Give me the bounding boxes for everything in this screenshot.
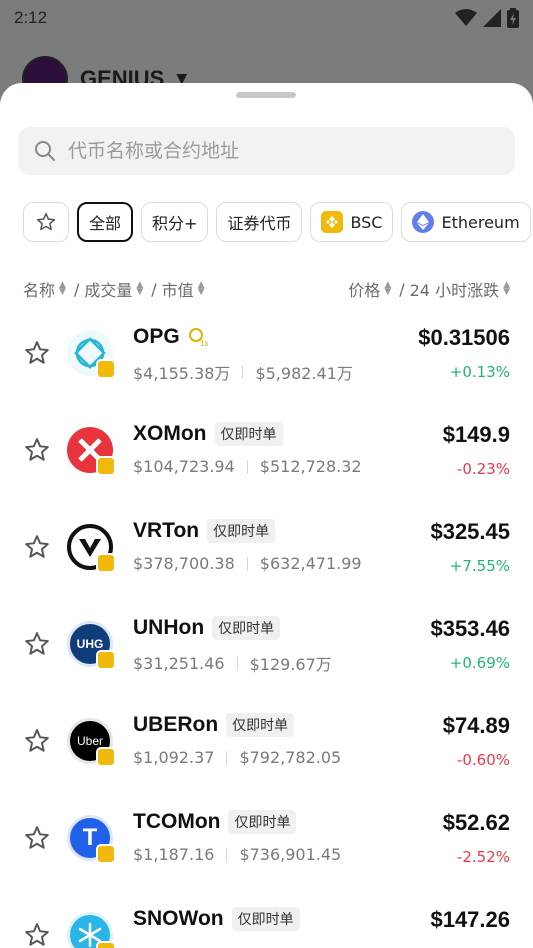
- bsc-chain-badge: [96, 650, 116, 670]
- bsc-chain-badge: [96, 359, 116, 379]
- filter-ethereum-label: Ethereum: [441, 212, 520, 232]
- token-row[interactable]: Uber UBERon 仅即时单 $1,092.37 $792,782.05 $…: [0, 698, 533, 795]
- status-bar: 2:12: [0, 0, 533, 36]
- token-name: TCOMon: [133, 810, 221, 833]
- sort-arrows-icon: ▲ ▼: [197, 280, 205, 297]
- token-volume: $1,187.16: [133, 845, 215, 864]
- battery-icon: [507, 8, 519, 28]
- filter-favorites[interactable]: [23, 202, 69, 242]
- token-name: OPG: [133, 325, 180, 348]
- ethereum-icon: [412, 211, 435, 233]
- token-volume: $104,723.94: [133, 457, 235, 476]
- sort-change[interactable]: 24 小时涨跌: [410, 277, 499, 301]
- token-change: +0.13%: [449, 363, 510, 381]
- token-market-cap: $632,471.99: [259, 554, 362, 573]
- token-price: $353.46: [430, 616, 510, 641]
- star-outline-icon[interactable]: [24, 340, 50, 366]
- star-outline-icon[interactable]: [24, 922, 50, 948]
- sort-arrows-icon: ▲ ▼: [503, 280, 510, 297]
- points-badge-icon: 1x: [188, 328, 208, 347]
- token-change: +0.69%: [449, 654, 510, 672]
- sheet-drag-handle[interactable]: [236, 92, 296, 98]
- instant-only-tag: 仅即时单: [228, 810, 297, 834]
- filter-points[interactable]: 积分+: [141, 202, 209, 242]
- token-price: $147.26: [430, 907, 510, 932]
- star-outline-icon[interactable]: [24, 825, 50, 851]
- token-change: -0.60%: [456, 751, 510, 769]
- token-market-cap: $736,901.45: [239, 845, 342, 864]
- token-name: UNHon: [133, 616, 205, 639]
- sort-volume[interactable]: 成交量: [84, 277, 132, 301]
- filter-securities[interactable]: 证券代币: [216, 202, 303, 242]
- sort-arrows-icon: ▲ ▼: [136, 280, 144, 297]
- star-outline-icon[interactable]: [24, 437, 50, 463]
- sort-market-cap[interactable]: 市值: [162, 277, 194, 301]
- sort-arrows-icon: ▲ ▼: [59, 280, 66, 297]
- token-change: +7.55%: [449, 557, 510, 575]
- sort-arrows-icon: ▲ ▼: [384, 280, 392, 297]
- filter-chips: 全部 积分+ 证券代币 BSC Ethereum: [23, 202, 531, 242]
- bsc-chain-badge: [96, 941, 116, 948]
- star-outline-icon: [36, 212, 56, 231]
- filter-ethereum[interactable]: Ethereum: [401, 202, 531, 242]
- filter-all-label: 全部: [89, 214, 122, 233]
- token-name: SNOWon: [133, 907, 224, 930]
- token-volume: $1,092.37: [133, 748, 215, 767]
- token-price: $52.62: [442, 810, 510, 835]
- bsc-chain-badge: [96, 844, 116, 864]
- column-header: 名称 ▲ ▼ / 成交量 ▲ ▼ / 市值 ▲ ▼ 价格 ▲ ▼ / 24 小时涨跌 ▲…: [23, 277, 513, 301]
- star-outline-icon[interactable]: [24, 631, 50, 657]
- filter-bsc-label: BSC: [350, 212, 383, 232]
- token-price: $74.89: [442, 713, 510, 738]
- star-outline-icon[interactable]: [24, 728, 50, 754]
- filter-bsc[interactable]: BSC: [310, 202, 394, 242]
- token-volume: $378,700.38: [133, 554, 235, 573]
- signal-icon: [483, 9, 501, 27]
- search-icon: [35, 141, 55, 161]
- star-outline-icon[interactable]: [24, 534, 50, 560]
- instant-only-tag: 仅即时单: [226, 713, 295, 737]
- token-row[interactable]: OPG 1x $4,155.38万 $5,982.41万 $0.31506 +0…: [0, 310, 533, 407]
- search-input[interactable]: [68, 140, 488, 162]
- token-change: -2.52%: [456, 848, 510, 866]
- token-volume: $31,251.46: [133, 653, 225, 673]
- svg-text:1x: 1x: [200, 339, 208, 347]
- token-market-cap: $5,982.41万: [255, 364, 353, 383]
- token-market-cap: $129.67万: [249, 655, 332, 674]
- sort-name[interactable]: 名称: [23, 277, 55, 301]
- bsc-chain-badge: [96, 553, 116, 573]
- search-bar[interactable]: [18, 127, 515, 175]
- token-volume: $4,155.38万: [133, 364, 231, 383]
- bsc-chain-badge: [96, 747, 116, 767]
- sort-price[interactable]: 价格: [348, 277, 380, 301]
- token-market-cap: $792,782.05: [239, 748, 342, 767]
- instant-only-tag: 仅即时单: [207, 519, 276, 543]
- instant-only-tag: 仅即时单: [212, 616, 281, 640]
- filter-all[interactable]: 全部: [77, 202, 134, 242]
- token-market-cap: $512,728.32: [259, 457, 362, 476]
- token-name: VRTon: [133, 519, 200, 542]
- filter-securities-label: 证券代币: [227, 214, 292, 233]
- token-price: $325.45: [430, 519, 510, 544]
- token-row[interactable]: VRTon 仅即时单 $378,700.38 $632,471.99 $325.…: [0, 504, 533, 601]
- token-row[interactable]: XOMon 仅即时单 $104,723.94 $512,728.32 $149.…: [0, 407, 533, 504]
- token-price: $149.9: [442, 422, 510, 447]
- filter-points-label: 积分+: [152, 214, 198, 233]
- bsc-chain-badge: [96, 456, 116, 476]
- token-name: XOMon: [133, 422, 207, 445]
- status-time: 2:12: [14, 8, 48, 27]
- bsc-icon: [321, 211, 344, 233]
- token-row[interactable]: SNOWon 仅即时单 $147.26: [0, 892, 533, 948]
- instant-only-tag: 仅即时单: [214, 422, 283, 446]
- instant-only-tag: 仅即时单: [231, 907, 300, 931]
- token-row[interactable]: T TCOMon 仅即时单 $1,187.16 $736,901.45 $52.…: [0, 795, 533, 892]
- token-name: UBERon: [133, 713, 219, 736]
- wifi-icon: [455, 9, 477, 26]
- token-change: -0.23%: [456, 460, 510, 478]
- token-price: $0.31506: [418, 325, 510, 350]
- token-row[interactable]: UHG UNHon 仅即时单 $31,251.46 $129.67万 $353.…: [0, 601, 533, 698]
- token-select-sheet: 全部 积分+ 证券代币 BSC Ethereum 名称 ▲▼ / 成交量 ▲▼ …: [0, 83, 533, 948]
